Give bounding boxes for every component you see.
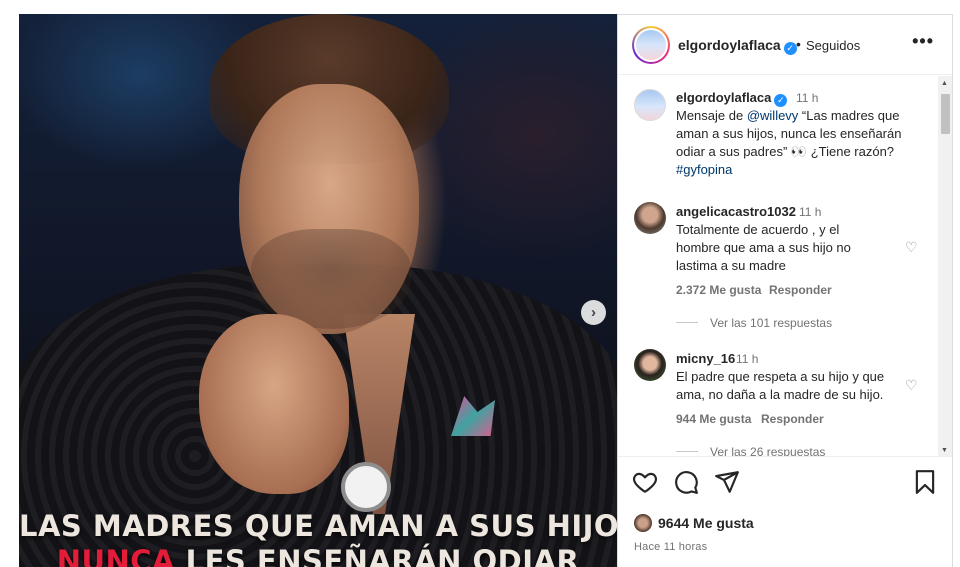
heart-icon[interactable]: ♡ xyxy=(905,240,919,254)
comment-username[interactable]: angelicacastro1032 xyxy=(676,204,796,219)
post-side-panel: elgordoylaflaca ✓ • Seguidos ••• elgordoy… xyxy=(617,14,953,567)
header-separator: • xyxy=(796,36,801,52)
comment-username[interactable]: micny_16 xyxy=(676,351,735,366)
author-username[interactable]: elgordoylaflaca xyxy=(678,37,781,53)
comment-likes[interactable]: 2.372 Me gusta xyxy=(676,283,761,297)
mention-link[interactable]: @willevy xyxy=(747,108,798,123)
likes-summary[interactable]: 9644 Me gusta xyxy=(634,513,754,533)
verified-badge-icon: ✓ xyxy=(783,42,797,55)
scrollbar-thumb[interactable] xyxy=(941,94,950,134)
owner-comment-username[interactable]: elgordoylaflaca ✓ xyxy=(676,90,788,107)
comment-avatar[interactable] xyxy=(634,349,666,381)
view-replies-link[interactable]: Ver las 26 respuestas xyxy=(676,445,825,456)
owner-comment-avatar[interactable] xyxy=(634,89,666,121)
scroll-up-icon[interactable]: ▲ xyxy=(941,80,948,87)
hashtag-link[interactable]: #gyfopina xyxy=(676,162,732,177)
chevron-right-icon: › xyxy=(591,304,596,321)
owner-comment-time: 11 h xyxy=(796,91,819,105)
replies-divider xyxy=(676,322,698,323)
post-media[interactable]: LAS MADRES QUE AMAN A SUS HIJOS NUNCA LE… xyxy=(19,14,617,567)
comment-likes[interactable]: 944 Me gusta xyxy=(676,412,751,426)
hand-shape xyxy=(199,314,349,494)
owner-comment-prefix: Mensaje de xyxy=(676,108,747,123)
watch-shape xyxy=(341,462,391,512)
comment-time: 11 h xyxy=(799,205,822,219)
follow-status-button[interactable]: Seguidos xyxy=(806,38,860,53)
comment-text: El padre que respeta a su hijo y que ama… xyxy=(676,369,885,402)
liker-avatar xyxy=(634,514,652,532)
view-replies-link[interactable]: Ver las 101 respuestas xyxy=(676,316,832,330)
view-replies-text[interactable]: Ver las 101 respuestas xyxy=(710,316,832,330)
media-caption-line-1: LAS MADRES QUE AMAN A SUS HIJOS xyxy=(19,509,617,543)
scroll-down-icon[interactable]: ▼ xyxy=(941,447,948,454)
media-caption-line-2: NUNCA LES ENSEÑARÁN ODIAR xyxy=(19,544,617,567)
heart-icon[interactable] xyxy=(632,469,658,495)
author-avatar[interactable] xyxy=(632,26,670,64)
share-icon[interactable] xyxy=(714,469,740,495)
reply-button[interactable]: Responder xyxy=(769,283,832,297)
view-replies-text[interactable]: Ver las 26 respuestas xyxy=(710,445,825,456)
heart-icon[interactable]: ♡ xyxy=(905,378,919,392)
replies-divider xyxy=(676,451,698,452)
comment-avatar[interactable] xyxy=(634,202,666,234)
bookmark-icon[interactable] xyxy=(912,469,938,495)
author-avatar-image xyxy=(636,30,666,60)
comment-text: Totalmente de acuerdo , y el hombre que … xyxy=(676,222,851,273)
like-count[interactable]: 9644 Me gusta xyxy=(658,515,754,531)
more-options-icon[interactable]: ••• xyxy=(912,31,934,52)
owner-comment-username-text[interactable]: elgordoylaflaca xyxy=(676,90,771,105)
comment-time: 11 h xyxy=(736,352,759,366)
owner-comment-text: Mensaje de @willevy “Las madres que aman… xyxy=(676,107,916,179)
posted-time: Hace 11 horas xyxy=(634,541,708,553)
post-actions: 9644 Me gusta Hace 11 horas xyxy=(618,456,952,567)
reply-button[interactable]: Responder xyxy=(761,412,824,426)
next-media-button[interactable]: › xyxy=(581,300,606,325)
comments-list[interactable]: elgordoylaflaca ✓ 11 h Mensaje de @willev… xyxy=(618,76,952,456)
verified-badge-icon: ✓ xyxy=(774,94,788,107)
post-header: elgordoylaflaca ✓ • Seguidos ••• xyxy=(618,15,952,75)
author-username-container[interactable]: elgordoylaflaca ✓ xyxy=(678,37,797,55)
comments-scrollbar[interactable]: ▲ ▼ xyxy=(938,76,952,456)
media-caption-rest: LES ENSEÑARÁN ODIAR xyxy=(175,544,580,567)
comment-icon[interactable] xyxy=(673,469,699,495)
media-caption-accent: NUNCA xyxy=(56,544,176,567)
